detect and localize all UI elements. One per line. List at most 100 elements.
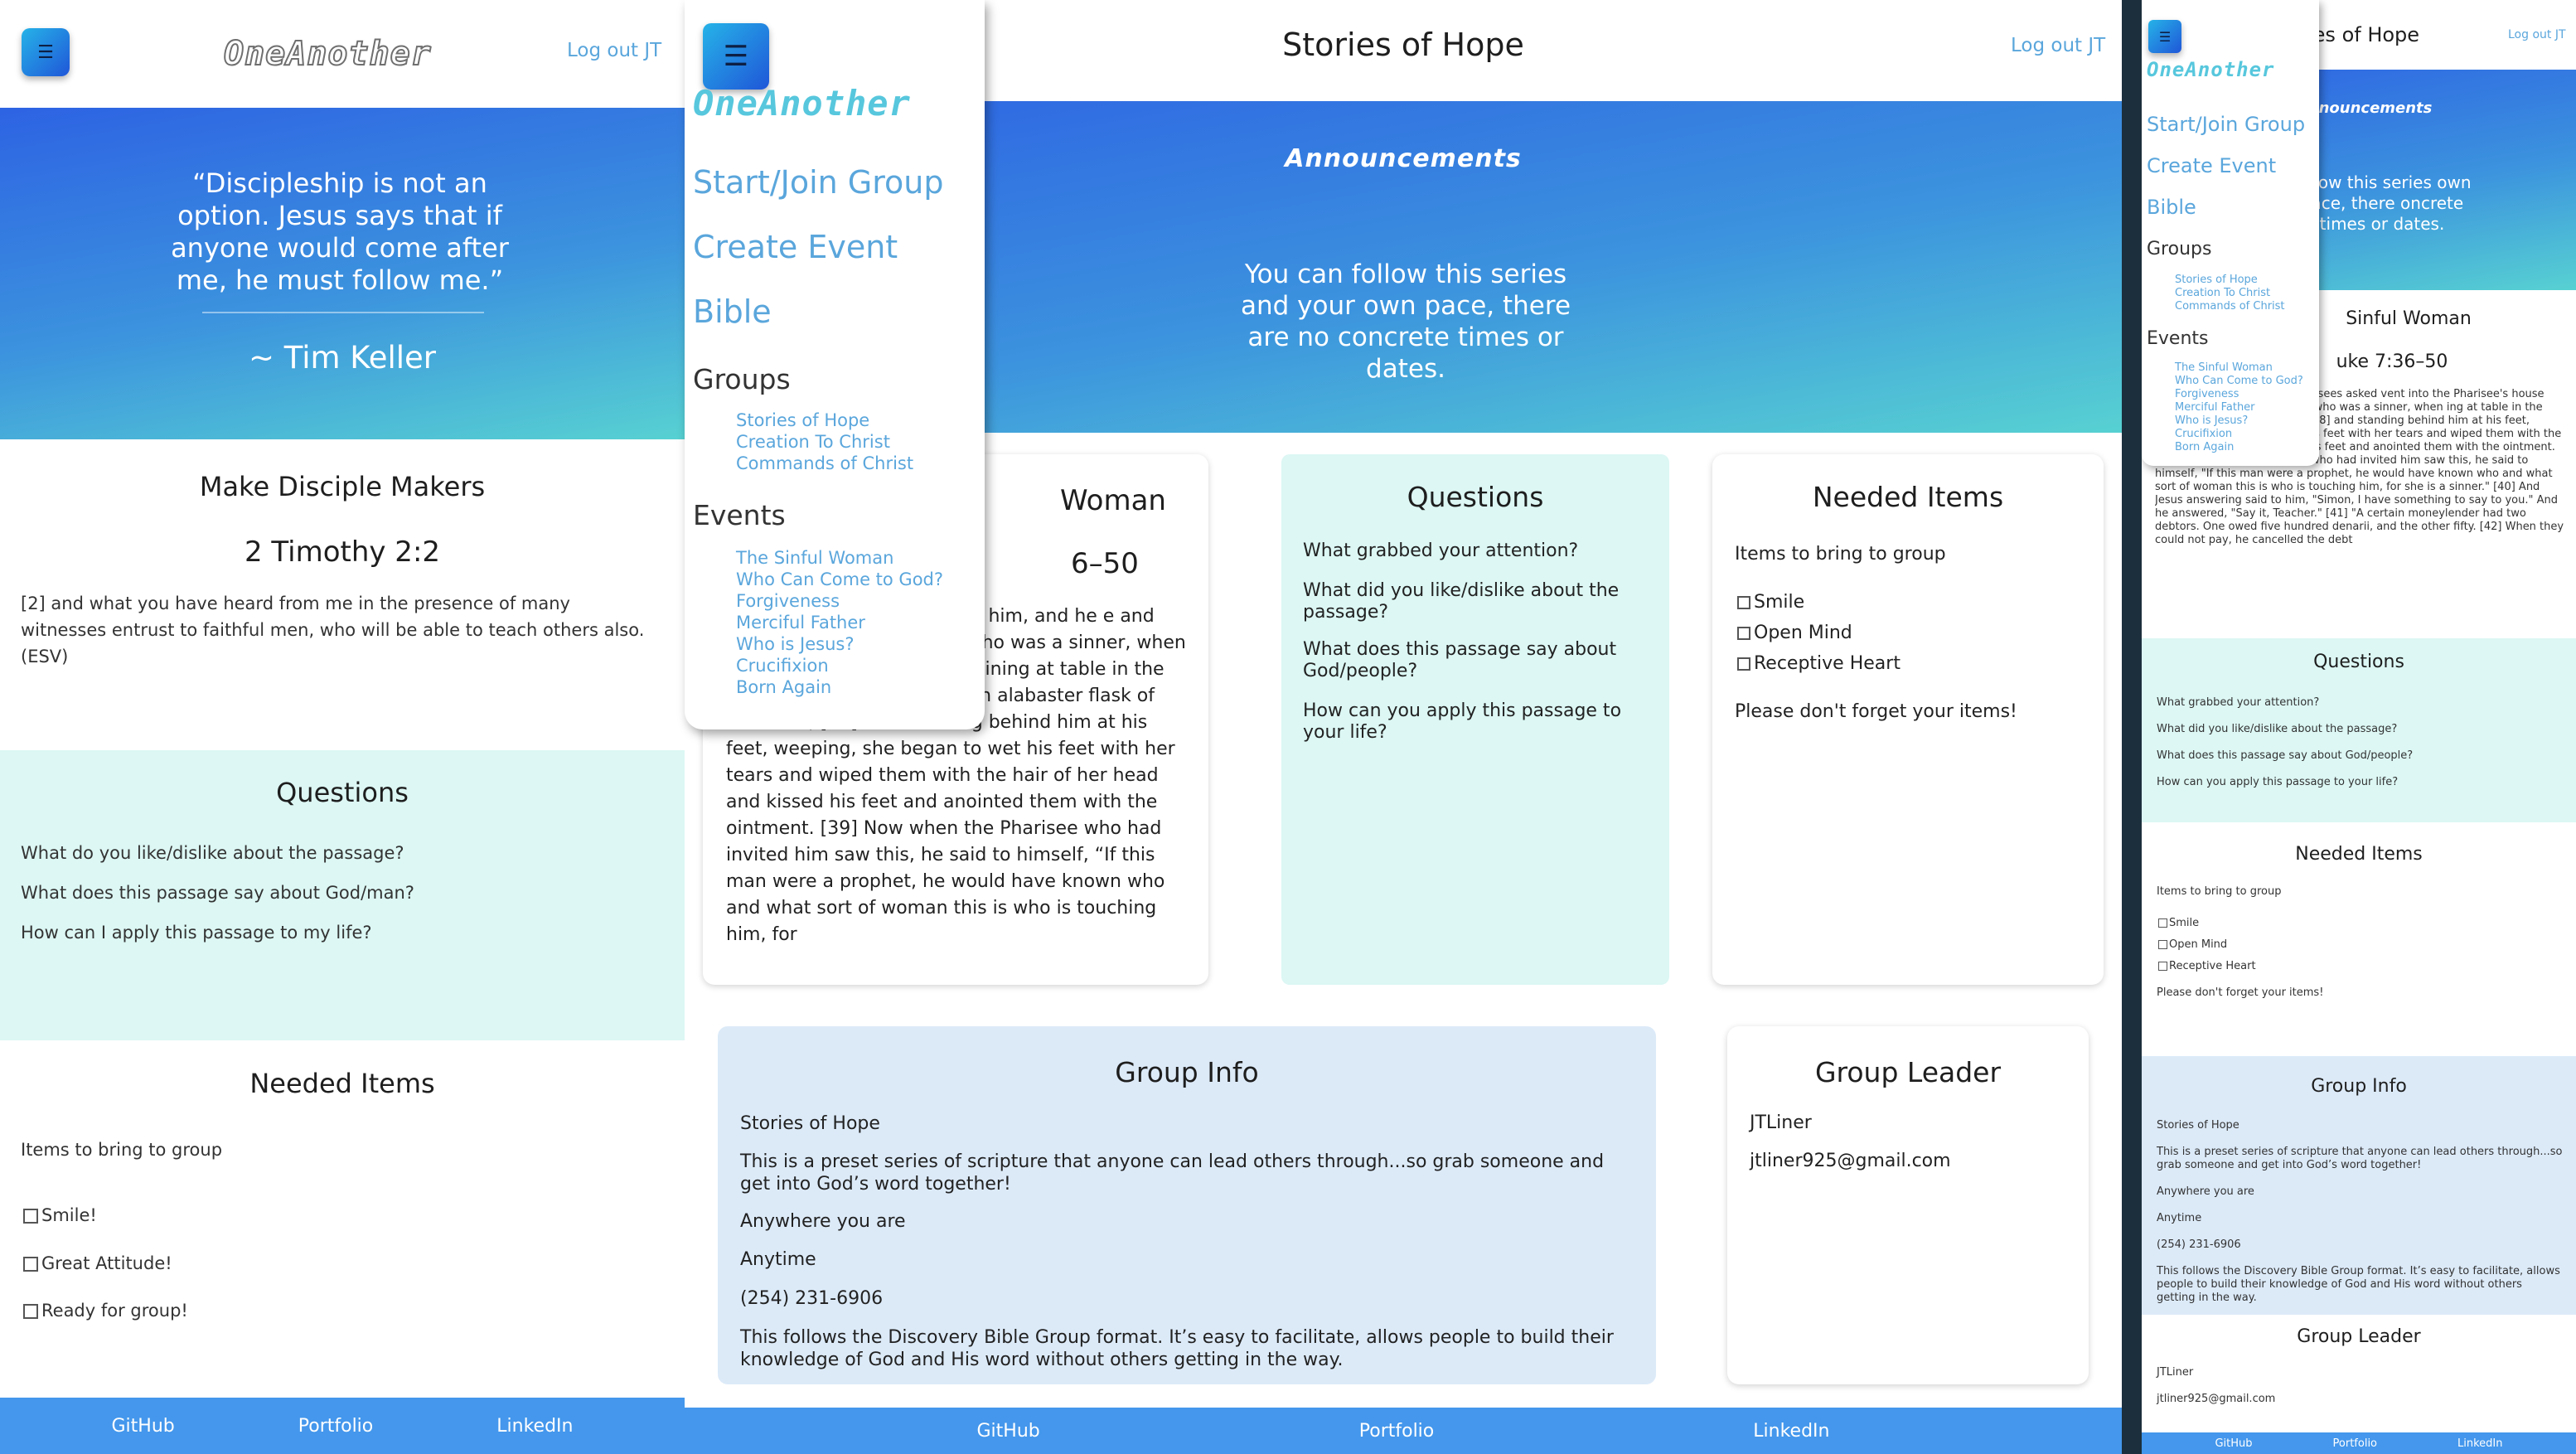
menu-event-item[interactable]: Forgiveness [736,590,840,612]
needed-item[interactable]: Smile! [23,1205,97,1225]
needed-item-label: Open Mind [1754,623,1852,643]
menu-event-item[interactable]: Merciful Father [736,612,865,633]
needed-item[interactable]: Smile [2158,917,2199,929]
menu-item-start-join-group[interactable]: Start/Join Group [2147,113,2305,136]
needed-item[interactable]: Open Mind [1737,623,1852,643]
checkbox-icon[interactable] [23,1257,38,1272]
group-leader-title: Group Leader [2297,1326,2421,1347]
checkbox-icon[interactable] [1737,657,1750,671]
question-item: How can I apply this passage to my life? [21,923,372,943]
menu-event-item[interactable]: Who Can Come to God? [736,569,943,590]
menu-event-item[interactable]: Merciful Father [2175,401,2255,414]
group-format: This follows the Discovery Bible Group f… [740,1327,1614,1370]
footer-link-linkedin[interactable]: LinkedIn [2457,1437,2502,1450]
menu-group-item[interactable]: Commands of Christ [2175,300,2285,313]
quote-divider [202,312,484,313]
menu-item-start-join-group[interactable]: Start/Join Group [693,164,944,201]
menu-event-item[interactable]: The Sinful Woman [736,547,893,569]
menu-group-item[interactable]: Creation To Christ [2175,287,2270,300]
hamburger-menu-button[interactable]: ☰ [2148,20,2181,53]
footer-link-linkedin[interactable]: LinkedIn [1753,1421,1829,1442]
needed-item[interactable]: Great Attitude! [23,1253,172,1273]
group-info-card: Group Info Stories of Hope This is a pre… [718,1026,1656,1384]
checkbox-icon[interactable] [2158,962,2167,971]
needed-items-title: Needed Items [249,1068,435,1099]
logout-link[interactable]: Log out JT [2508,28,2566,41]
needed-item-label: Open Mind [2169,938,2228,951]
footer-link-github[interactable]: GitHub [2215,1437,2252,1450]
menu-item-bible[interactable]: Bible [2147,196,2196,219]
footer-link-github[interactable]: GitHub [977,1421,1040,1442]
menu-group-item[interactable]: Creation To Christ [736,431,890,453]
needed-item[interactable]: Receptive Heart [1737,653,1901,674]
needed-items-intro: Items to bring to group [21,1140,223,1160]
app-logo[interactable]: OneAnother [223,34,432,74]
needed-item[interactable]: Open Mind [2158,938,2227,951]
needed-items-note: Please don't forget your items! [2157,986,2324,999]
leader-email[interactable]: jtliner925@gmail.com [2157,1393,2275,1405]
question-item: What grabbed your attention? [2157,696,2320,709]
scripture-text: [2] and what you have heard from me in t… [21,594,645,666]
needed-item-label: Ready for group! [41,1301,188,1321]
menu-event-item[interactable]: Who is Jesus? [2175,414,2248,428]
needed-item[interactable]: Ready for group! [23,1301,188,1321]
checkbox-icon[interactable] [2158,940,2167,949]
menu-event-item[interactable]: The Sinful Woman [2175,361,2273,375]
footer: GitHub Portfolio LinkedIn [685,1408,2122,1454]
menu-item-bible[interactable]: Bible [693,293,772,330]
quote-author: ~ Tim Keller [248,340,437,376]
checkbox-icon[interactable] [2158,918,2167,928]
menu-event-item[interactable]: Crucifixion [736,655,829,676]
logout-link[interactable]: Log out JT [2011,35,2105,56]
footer-link-portfolio[interactable]: Portfolio [298,1416,374,1437]
checkbox-icon[interactable] [23,1304,38,1319]
menu-event-item[interactable]: Forgiveness [2175,388,2239,401]
hamburger-menu-button[interactable]: ☰ [22,28,70,76]
needed-item[interactable]: Receptive Heart [2158,960,2256,972]
question-item: How can you apply this passage to your l… [1303,700,1622,743]
hamburger-menu-button[interactable]: ☰ [703,23,769,90]
needed-items-note: Please don't forget your items! [1735,701,2017,722]
needed-items-title: Needed Items [1812,481,2004,513]
checkbox-icon[interactable] [1737,596,1750,609]
group-phone: (254) 231-6906 [2157,1238,2241,1251]
checkbox-icon[interactable] [23,1209,38,1224]
questions-section: Questions What grabbed your attention? W… [2142,638,2576,822]
menu-item-create-event[interactable]: Create Event [2147,154,2276,177]
group-info-section: Group Info Stories of Hope This is a pre… [2142,1056,2576,1315]
menu-group-item[interactable]: Stories of Hope [736,410,869,431]
side-menu: ☰ OneAnother Start/Join Group Create Eve… [2142,0,2319,466]
menu-events-heading: Events [2147,328,2209,349]
footer-link-portfolio[interactable]: Portfolio [2333,1437,2377,1450]
questions-title: Questions [2313,652,2404,672]
menu-item-create-event[interactable]: Create Event [693,229,898,265]
menu-event-item[interactable]: Crucifixion [2175,428,2232,441]
checkbox-icon[interactable] [1737,627,1750,640]
logout-link[interactable]: Log out JT [567,40,661,61]
needed-item-label: Smile [2169,917,2200,929]
menu-event-item[interactable]: Born Again [2175,441,2234,454]
menu-group-item[interactable]: Stories of Hope [2175,274,2258,287]
leader-email[interactable]: jtliner925@gmail.com [1750,1151,1951,1171]
question-item: What grabbed your attention? [1303,540,1579,561]
app-logo[interactable]: OneAnother [2147,58,2275,81]
app-logo[interactable]: OneAnother [693,83,911,124]
group-format: This follows the Discovery Bible Group f… [2157,1265,2560,1304]
questions-title: Questions [1407,481,1544,513]
questions-card: Questions What grabbed your attention? W… [1281,454,1669,985]
question-item: What did you like/dislike about the pass… [1303,580,1620,623]
menu-group-item[interactable]: Commands of Christ [736,453,913,474]
footer-link-github[interactable]: GitHub [112,1416,175,1437]
menu-event-item[interactable]: Born Again [736,676,831,698]
header: ☰ OneAnother Log out JT [0,0,685,108]
needed-item-label: Smile [1754,592,1805,613]
menu-event-item[interactable]: Who Can Come to God? [2175,375,2303,388]
footer-link-portfolio[interactable]: Portfolio [1359,1421,1435,1442]
questions-section: Questions What do you like/dislike about… [0,750,685,1040]
needed-item-label: Receptive Heart [2169,960,2256,972]
needed-item[interactable]: Smile [1737,592,1804,613]
menu-event-item[interactable]: Who is Jesus? [736,633,855,655]
needed-items-intro: Items to bring to group [1735,544,1946,565]
footer-link-linkedin[interactable]: LinkedIn [496,1416,573,1437]
needed-items-intro: Items to bring to group [2157,885,2282,898]
